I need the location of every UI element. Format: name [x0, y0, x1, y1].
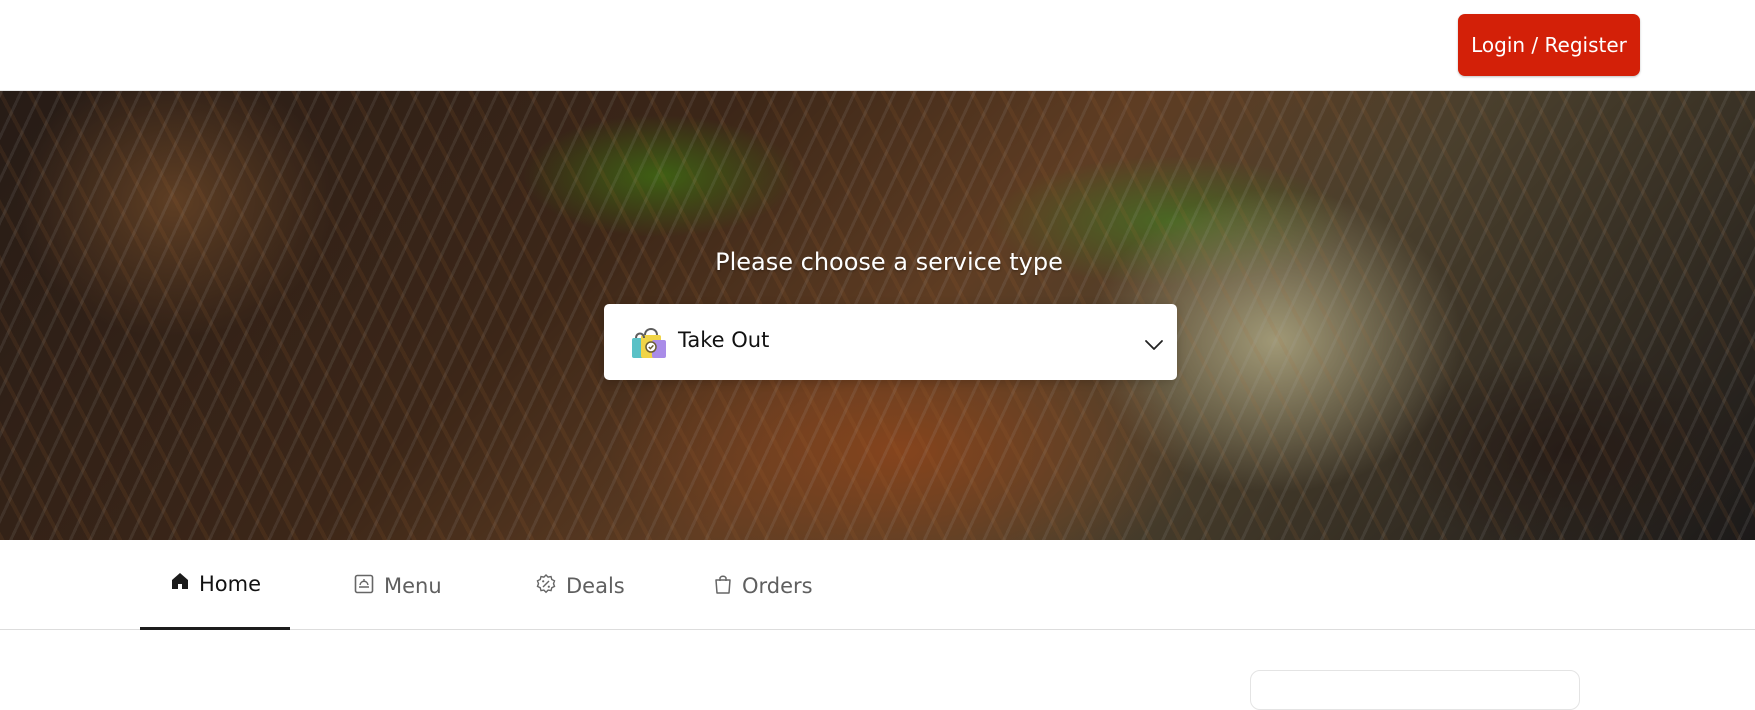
service-type-heading: Please choose a service type	[715, 248, 1063, 276]
home-icon	[172, 573, 188, 589]
active-tab-indicator	[140, 627, 290, 630]
selected-service-type: Take Out	[678, 328, 770, 352]
chevron-down-icon	[1145, 340, 1163, 350]
partial-content-card	[1250, 670, 1580, 710]
tab-deals-label: Deals	[566, 574, 625, 598]
tab-home-label: Home	[199, 572, 262, 596]
top-header: Login / Register	[0, 0, 1755, 91]
tab-orders-label: Orders	[742, 574, 813, 598]
hero-banner: Please choose a service type Take Out	[0, 91, 1755, 540]
tab-deals[interactable]: Deals	[533, 540, 643, 630]
tab-home[interactable]: Home	[140, 540, 290, 630]
menu-icon	[354, 574, 374, 594]
service-selector-area: Please choose a service type Take Out	[0, 91, 1755, 540]
login-register-button[interactable]: Login / Register	[1458, 14, 1640, 76]
tab-menu[interactable]: Menu	[350, 540, 460, 630]
service-type-dropdown[interactable]: Take Out	[604, 304, 1177, 380]
tab-orders[interactable]: Orders	[710, 540, 840, 630]
main-navigation-tabs: Home Menu Deals Orders	[0, 540, 1755, 630]
shopping-bag-icon	[632, 328, 666, 358]
deal-badge-icon	[536, 574, 556, 594]
tab-menu-label: Menu	[384, 574, 442, 598]
shopping-bag-icon	[715, 575, 731, 594]
